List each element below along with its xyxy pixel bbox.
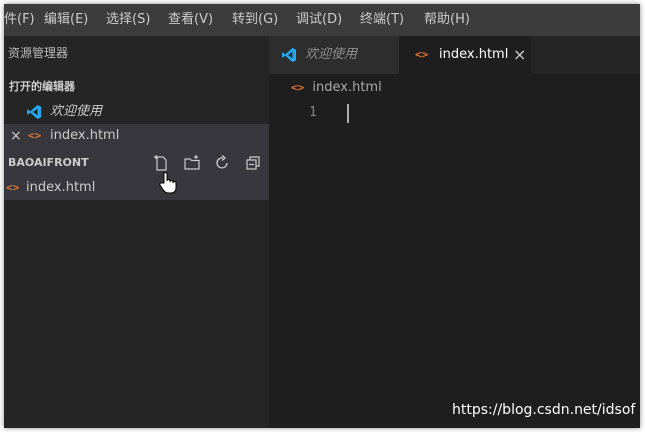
open-editor-item-welcome[interactable]: 欢迎使用 (4, 100, 269, 124)
menu-view[interactable]: 查看(V) (168, 4, 213, 36)
new-folder-icon[interactable] (182, 152, 202, 174)
open-editors-header[interactable]: 打开的编辑器 (4, 76, 274, 98)
tab-index-html[interactable]: <> index.html × (399, 36, 531, 74)
folder-file-index[interactable]: <> index.html (4, 176, 269, 200)
watermark: https://blog.csdn.net/idsof (452, 402, 636, 418)
vscode-logo-icon (282, 48, 296, 62)
hand-cursor-icon (159, 172, 177, 194)
html-file-icon: <> (6, 181, 20, 194)
menu-selection[interactable]: 选择(S) (106, 4, 150, 36)
html-file-icon: <> (28, 129, 42, 142)
html-file-icon: <> (415, 48, 429, 61)
editor-tab-bar: 欢迎使用 <> index.html × (269, 36, 640, 74)
menu-terminal[interactable]: 终端(T) (360, 4, 404, 36)
menu-help[interactable]: 帮助(H) (424, 4, 470, 36)
menu-goto[interactable]: 转到(G) (232, 4, 278, 36)
html-file-icon: <> (291, 81, 305, 94)
tab-label: index.html (439, 47, 509, 62)
text-cursor (347, 104, 349, 123)
menu-debug[interactable]: 调试(D) (296, 4, 342, 36)
vscode-window: 件(F) 编辑(E) 选择(S) 查看(V) 转到(G) 调试(D) 终端(T)… (4, 4, 640, 428)
vscode-logo-icon (27, 105, 41, 119)
folder-name: BAOAIFRONT (8, 156, 89, 169)
file-label: index.html (26, 180, 96, 195)
menu-bar: 件(F) 编辑(E) 选择(S) 查看(V) 转到(G) 调试(D) 终端(T)… (4, 4, 640, 36)
open-editor-label: 欢迎使用 (50, 104, 103, 119)
open-editors-label: 打开的编辑器 (9, 80, 75, 93)
tab-label: 欢迎使用 (305, 47, 358, 62)
close-icon[interactable]: × (10, 124, 22, 148)
explorer-title: 资源管理器 (8, 46, 69, 60)
breadcrumb[interactable]: <> index.html (291, 78, 382, 98)
breadcrumb-label: index.html (312, 80, 382, 95)
menu-file[interactable]: 件(F) (4, 4, 35, 36)
line-number: 1 (309, 105, 317, 120)
explorer-sidebar: 资源管理器 打开的编辑器 欢迎使用 × <> index.html BAOAIF… (4, 36, 269, 428)
menu-edit[interactable]: 编辑(E) (44, 4, 88, 36)
tab-welcome[interactable]: 欢迎使用 (269, 36, 399, 74)
open-editor-label: index.html (50, 128, 120, 143)
close-icon[interactable]: × (513, 36, 526, 74)
open-editor-item-index[interactable]: × <> index.html (4, 124, 269, 148)
folder-header[interactable]: BAOAIFRONT (4, 152, 273, 174)
refresh-icon[interactable] (212, 152, 232, 174)
editor-area[interactable]: <> index.html 1 (269, 74, 640, 428)
collapse-all-icon[interactable] (244, 152, 264, 174)
